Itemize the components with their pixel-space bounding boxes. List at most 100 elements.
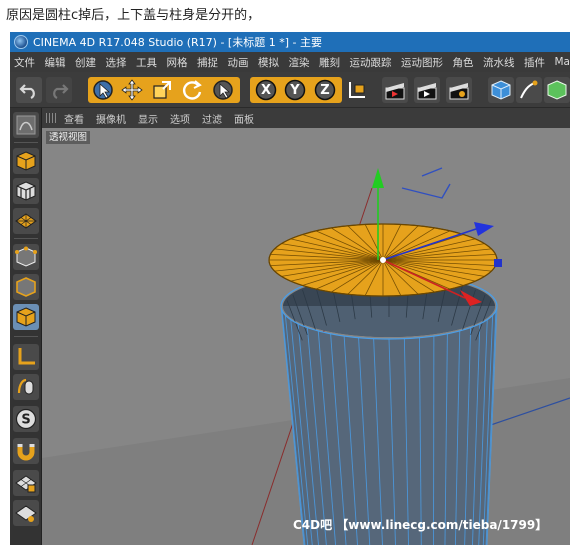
locked-grid-icon bbox=[15, 475, 37, 493]
gizmo-center bbox=[380, 257, 386, 263]
menu-bar: 文件 编辑 创建 选择 工具 网格 捕捉 动画 模拟 渲染 雕刻 运动跟踪 运动… bbox=[10, 52, 570, 72]
menu-more[interactable]: Ma bbox=[555, 56, 571, 68]
rotate-tool-button[interactable] bbox=[179, 77, 205, 103]
axis-l-icon bbox=[18, 348, 35, 365]
cylinder-body[interactable] bbox=[280, 272, 498, 545]
scene-canvas bbox=[42, 128, 570, 545]
axis-lock-group: X Y Z bbox=[250, 77, 372, 103]
coordinate-system-button[interactable] bbox=[344, 77, 370, 103]
mouse-icon bbox=[17, 378, 34, 395]
menu-simulate[interactable]: 模拟 bbox=[258, 55, 279, 70]
post-caption: 原因是圆柱c掉后，上下盖与柱身是分开的， bbox=[6, 8, 261, 23]
menu-render[interactable]: 渲染 bbox=[289, 55, 310, 70]
x-axis-button[interactable]: X bbox=[253, 77, 279, 103]
z-axis-label: Z bbox=[320, 82, 330, 98]
tweak-mode-button[interactable] bbox=[13, 374, 39, 400]
model-cube-icon bbox=[16, 151, 36, 171]
render-to-picture-viewer-button[interactable] bbox=[414, 77, 440, 103]
render-group bbox=[382, 77, 478, 103]
clapperboard-play-icon bbox=[417, 83, 437, 100]
transform-tools-group bbox=[88, 77, 240, 103]
points-cube-icon bbox=[15, 246, 37, 267]
magnet-button[interactable] bbox=[13, 438, 39, 464]
workplane-grid-icon bbox=[15, 213, 37, 229]
render-view-button[interactable] bbox=[382, 77, 408, 103]
menu-mograph[interactable]: 运动图形 bbox=[401, 55, 443, 70]
menu-motion-tracking[interactable]: 运动跟踪 bbox=[350, 55, 392, 70]
texture-mode-button[interactable] bbox=[13, 178, 39, 204]
live-selection-icon bbox=[93, 80, 113, 100]
watermark: C4D吧 【www.linecg.com/tieba/1799】 bbox=[293, 518, 548, 532]
live-selection-button[interactable] bbox=[90, 77, 116, 103]
y-axis-button[interactable]: Y bbox=[282, 77, 308, 103]
plane-handle bbox=[494, 259, 502, 267]
menu-sculpt[interactable]: 雕刻 bbox=[319, 55, 340, 70]
menu-plugins[interactable]: 插件 bbox=[524, 55, 545, 70]
workplane-button[interactable] bbox=[13, 208, 39, 234]
viewport-menu-display[interactable]: 显示 bbox=[138, 111, 158, 126]
cube-icon bbox=[491, 80, 511, 100]
viewport-menu-cameras[interactable]: 摄像机 bbox=[96, 111, 126, 126]
points-mode-button[interactable] bbox=[13, 244, 39, 270]
move-tool-button[interactable] bbox=[119, 77, 145, 103]
planar-grid-icon bbox=[15, 505, 37, 522]
magnet-icon bbox=[17, 444, 35, 461]
undo-icon bbox=[19, 84, 35, 99]
undo-button[interactable] bbox=[16, 77, 42, 103]
main-toolbar: X Y Z bbox=[10, 72, 570, 108]
menu-pipeline[interactable]: 流水线 bbox=[483, 55, 515, 70]
object-create-group bbox=[488, 77, 570, 103]
subdivision-button[interactable] bbox=[544, 77, 570, 103]
perspective-viewport[interactable]: 透视视图 C4D吧 【www.linecg.com/tieba/1799】 bbox=[42, 128, 570, 545]
viewport-menu-options[interactable]: 选项 bbox=[170, 111, 190, 126]
clapperboard-icon bbox=[385, 83, 405, 100]
undo-redo-group bbox=[16, 77, 80, 103]
rotate-icon bbox=[183, 80, 202, 100]
drag-handle-icon[interactable] bbox=[46, 113, 56, 123]
menu-file[interactable]: 文件 bbox=[14, 55, 35, 70]
menu-character[interactable]: 角色 bbox=[453, 55, 474, 70]
pen-tool-button[interactable] bbox=[516, 77, 542, 103]
redo-button[interactable] bbox=[46, 77, 72, 103]
planar-workplane-button[interactable] bbox=[13, 500, 39, 526]
cursor-icon bbox=[213, 80, 233, 100]
viewport-menu-bar: 查看 摄像机 显示 选项 过滤 面板 bbox=[42, 108, 570, 128]
clapperboard-gear-icon bbox=[449, 83, 469, 100]
y-axis-label: Y bbox=[290, 82, 300, 98]
viewport-menu-panel[interactable]: 面板 bbox=[234, 111, 254, 126]
make-editable-button[interactable] bbox=[13, 112, 39, 138]
menu-edit[interactable]: 编辑 bbox=[45, 55, 66, 70]
cinema4d-window: CINEMA 4D R17.048 Studio (R17) - [未标题 1 … bbox=[10, 32, 570, 545]
menu-tools[interactable]: 工具 bbox=[136, 55, 157, 70]
menu-mesh[interactable]: 网格 bbox=[167, 55, 188, 70]
polygons-mode-button[interactable] bbox=[13, 304, 39, 330]
subdivision-cube-icon bbox=[547, 80, 567, 100]
axis-mode-button[interactable] bbox=[13, 344, 39, 370]
menu-animate[interactable]: 动画 bbox=[228, 55, 249, 70]
menu-snap[interactable]: 捕捉 bbox=[197, 55, 218, 70]
render-settings-button[interactable] bbox=[446, 77, 472, 103]
move-arrows-icon bbox=[121, 79, 143, 101]
menu-select[interactable]: 选择 bbox=[106, 55, 127, 70]
left-tool-palette: S bbox=[10, 108, 42, 545]
viewport-menu-view[interactable]: 查看 bbox=[64, 111, 84, 126]
title-bar: CINEMA 4D R17.048 Studio (R17) - [未标题 1 … bbox=[10, 32, 570, 52]
edges-mode-button[interactable] bbox=[13, 274, 39, 300]
snap-s-icon: S bbox=[15, 408, 37, 430]
redo-icon bbox=[53, 84, 69, 99]
snapping-button[interactable]: S bbox=[13, 406, 39, 432]
model-mode-button[interactable] bbox=[13, 148, 39, 174]
edges-cube-icon bbox=[16, 277, 36, 297]
locked-workplane-button[interactable] bbox=[13, 470, 39, 496]
scale-tool-button[interactable] bbox=[149, 77, 175, 103]
viewport-label: 透视视图 bbox=[46, 131, 91, 144]
make-editable-icon bbox=[16, 115, 36, 135]
pen-icon bbox=[520, 80, 538, 99]
viewport-menu-filter[interactable]: 过滤 bbox=[202, 111, 222, 126]
last-tool-button[interactable] bbox=[210, 77, 236, 103]
cube-object-button[interactable] bbox=[488, 77, 514, 103]
cinema4d-logo-icon bbox=[14, 35, 28, 49]
menu-create[interactable]: 创建 bbox=[75, 55, 96, 70]
z-axis-button[interactable]: Z bbox=[312, 77, 338, 103]
polygons-cube-icon bbox=[16, 307, 36, 327]
